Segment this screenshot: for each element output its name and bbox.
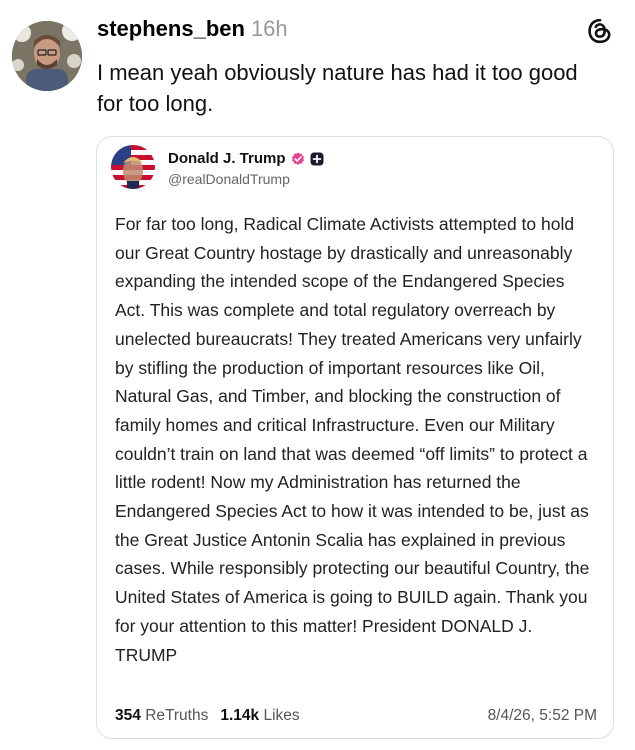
retruths-stat[interactable]: 354 ReTruths: [115, 707, 208, 724]
quoted-footer: 354 ReTruths 1.14k Likes 8/4/26, 5:52 PM: [115, 707, 597, 725]
threads-icon[interactable]: [587, 18, 613, 44]
quoted-date: 8/4/26, 5:52 PM: [487, 707, 597, 724]
quoted-display-name[interactable]: Donald J. Trump: [168, 150, 286, 168]
post-text: I mean yeah obviously nature has had it …: [97, 60, 578, 116]
post-time: 16h: [250, 16, 288, 41]
avatar[interactable]: [12, 21, 82, 91]
plus-badge-icon: [310, 152, 324, 166]
post-header: stephens_ben 16h: [97, 14, 615, 44]
likes-stat[interactable]: 1.14k Likes: [220, 707, 299, 724]
retruths-label: ReTruths: [145, 707, 209, 724]
username[interactable]: stephens_ben: [97, 16, 245, 41]
quoted-avatar[interactable]: [111, 145, 155, 189]
quoted-body-text: For far too long, Radical Climate Activi…: [115, 214, 590, 665]
likes-count: 1.14k: [220, 707, 260, 724]
quoted-handle[interactable]: @realDonaldTrump: [168, 171, 290, 187]
verified-badge-icon: [291, 152, 304, 165]
likes-label: Likes: [263, 707, 300, 724]
engagement-stats: 354 ReTruths 1.14k Likes: [115, 707, 300, 725]
quoted-post-card[interactable]: Donald J. Trump @realDonaldTrump For far…: [96, 136, 614, 739]
retruths-count: 354: [115, 707, 141, 724]
